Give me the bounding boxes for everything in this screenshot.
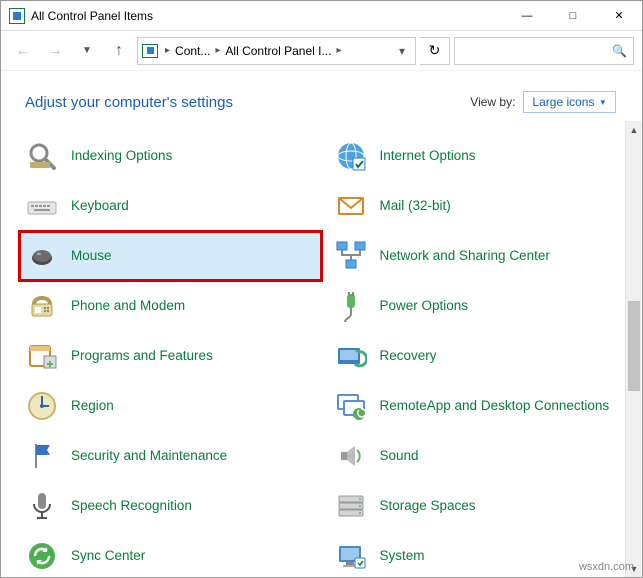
back-button[interactable]: ← (9, 37, 37, 65)
scrollbar[interactable]: ▲ ▼ (625, 121, 642, 577)
programs-icon (25, 339, 59, 373)
items-grid: Indexing Options Internet Options Keyboard… (1, 121, 642, 577)
cpl-item-mail-32-bit[interactable]: Mail (32-bit) (328, 181, 631, 231)
cpl-item-internet-options[interactable]: Internet Options (328, 131, 631, 181)
cpl-item-label: Region (71, 398, 114, 414)
search-icon: 🔍 (612, 44, 627, 58)
chevron-right-icon: ▸ (212, 45, 223, 56)
chevron-down-icon: ▾ (600, 97, 605, 108)
cpl-item-label: Sound (380, 448, 419, 464)
watermark: wsxdn.com (579, 561, 634, 573)
cpl-item-label: Phone and Modem (71, 298, 185, 314)
window-title: All Control Panel Items (31, 9, 153, 23)
view-by-select[interactable]: Large icons ▾ (523, 91, 616, 113)
cpl-item-recovery[interactable]: Recovery (328, 331, 631, 381)
phone-icon (25, 289, 59, 323)
cpl-item-storage-spaces[interactable]: Storage Spaces (328, 481, 631, 531)
breadcrumb[interactable]: ▸ Cont... ▸ All Control Panel I... ▸ ▾ (137, 37, 416, 65)
system-icon (334, 539, 368, 573)
cpl-item-label: Internet Options (380, 148, 476, 164)
chevron-right-icon: ▸ (162, 45, 173, 56)
power-icon (334, 289, 368, 323)
flag-icon (25, 439, 59, 473)
mic-icon (25, 489, 59, 523)
scroll-up-button[interactable]: ▲ (626, 121, 642, 138)
control-panel-icon (9, 8, 25, 24)
cpl-item-label: Security and Maintenance (71, 448, 227, 464)
minimize-button[interactable]: — (504, 1, 550, 31)
cpl-item-sound[interactable]: Sound (328, 431, 631, 481)
sound-icon (334, 439, 368, 473)
cpl-item-mouse[interactable]: Mouse (19, 231, 322, 281)
cpl-item-label: Sync Center (71, 548, 145, 564)
sync-icon (25, 539, 59, 573)
cpl-item-label: Speech Recognition (71, 498, 192, 514)
cpl-item-phone-and-modem[interactable]: Phone and Modem (19, 281, 322, 331)
breadcrumb-segment[interactable]: All Control Panel I... (225, 44, 331, 58)
close-button[interactable]: ✕ (596, 1, 642, 31)
keyboard-icon (25, 189, 59, 223)
recent-locations[interactable]: ▼ (73, 37, 101, 65)
cpl-item-sync-center[interactable]: Sync Center (19, 531, 322, 577)
refresh-button[interactable]: ↻ (420, 37, 450, 65)
navbar: ← → ▼ ↑ ▸ Cont... ▸ All Control Panel I.… (1, 31, 642, 71)
recovery-icon (334, 339, 368, 373)
cpl-item-keyboard[interactable]: Keyboard (19, 181, 322, 231)
view-by-label: View by: (470, 95, 515, 109)
region-icon (25, 389, 59, 423)
content-area: Indexing Options Internet Options Keyboard… (1, 121, 642, 577)
mouse-icon (25, 239, 59, 273)
titlebar: All Control Panel Items — □ ✕ (1, 1, 642, 31)
cpl-item-speech-recognition[interactable]: Speech Recognition (19, 481, 322, 531)
view-by-value: Large icons (532, 95, 594, 109)
cpl-item-label: Keyboard (71, 198, 129, 214)
breadcrumb-root-icon (142, 44, 158, 58)
mail-icon (334, 189, 368, 223)
maximize-button[interactable]: □ (550, 1, 596, 31)
globe-icon (334, 139, 368, 173)
network-icon (334, 239, 368, 273)
cpl-item-indexing-options[interactable]: Indexing Options (19, 131, 322, 181)
search-icon (25, 139, 59, 173)
forward-button[interactable]: → (41, 37, 69, 65)
scroll-thumb[interactable] (628, 301, 640, 391)
cpl-item-programs-and-features[interactable]: Programs and Features (19, 331, 322, 381)
chevron-right-icon: ▸ (333, 45, 344, 56)
cpl-item-label: Network and Sharing Center (380, 248, 550, 264)
cpl-item-label: Mail (32-bit) (380, 198, 451, 214)
breadcrumb-dropdown[interactable]: ▾ (393, 44, 411, 58)
cpl-item-label: Mouse (71, 248, 112, 264)
storage-icon (334, 489, 368, 523)
search-input[interactable]: 🔍 (454, 37, 634, 65)
cpl-item-label: Storage Spaces (380, 498, 476, 514)
cpl-item-network-and-sharing-center[interactable]: Network and Sharing Center (328, 231, 631, 281)
cpl-item-power-options[interactable]: Power Options (328, 281, 631, 331)
cpl-item-label: Indexing Options (71, 148, 172, 164)
breadcrumb-segment[interactable]: Cont... (175, 44, 210, 58)
cpl-item-label: RemoteApp and Desktop Connections (380, 398, 610, 414)
header-row: Adjust your computer's settings View by:… (1, 71, 642, 121)
cpl-item-region[interactable]: Region (19, 381, 322, 431)
remote-icon (334, 389, 368, 423)
cpl-item-label: System (380, 548, 425, 564)
page-title: Adjust your computer's settings (25, 94, 470, 111)
cpl-item-label: Programs and Features (71, 348, 213, 364)
cpl-item-security-and-maintenance[interactable]: Security and Maintenance (19, 431, 322, 481)
cpl-item-label: Power Options (380, 298, 469, 314)
cpl-item-remoteapp-and-desktop-connections[interactable]: RemoteApp and Desktop Connections (328, 381, 631, 431)
up-button[interactable]: ↑ (105, 37, 133, 65)
cpl-item-label: Recovery (380, 348, 437, 364)
